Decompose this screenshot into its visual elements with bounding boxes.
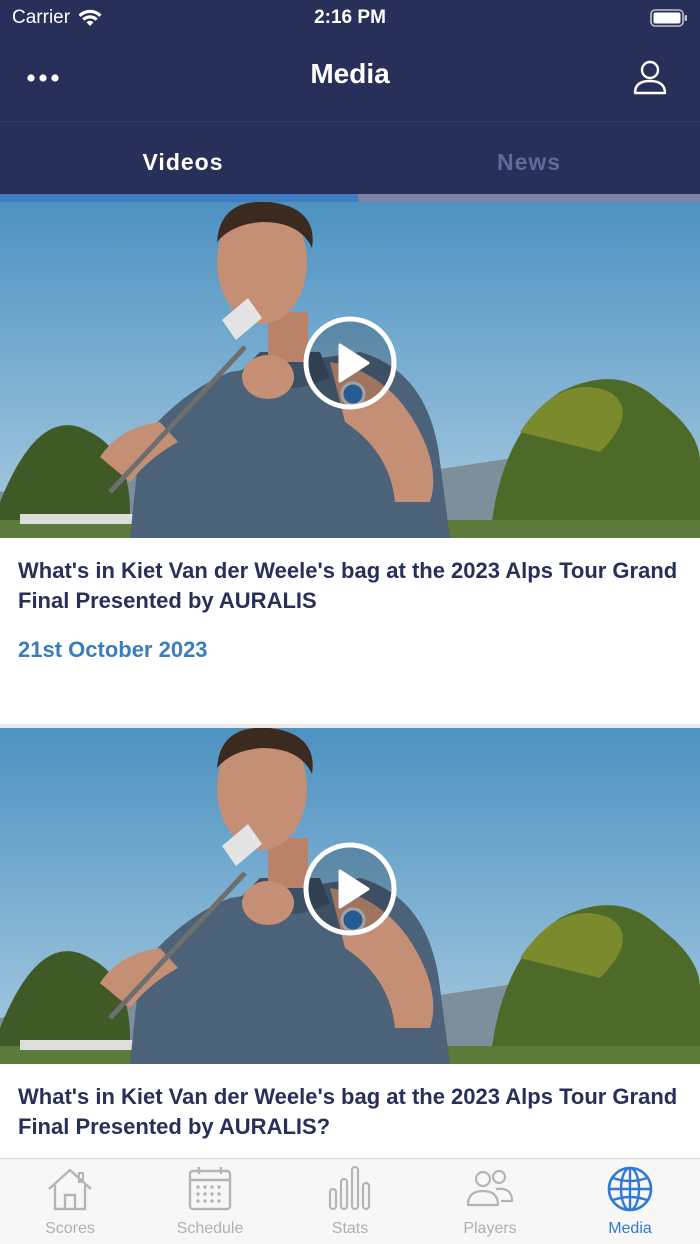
bar-chart-icon (328, 1165, 371, 1211)
tabbar-item-players[interactable]: Players (420, 1159, 560, 1244)
page-title: Media (310, 58, 390, 89)
video-thumbnail[interactable] (0, 202, 700, 538)
tabbar-item-media[interactable]: Media (560, 1159, 700, 1244)
status-time: 2:16 PM (314, 7, 386, 28)
bottom-tab-bar: Scores Schedule Stats Players Media (0, 1158, 700, 1244)
video-card[interactable]: What's in Kiet Van der Weele's bag at th… (0, 728, 700, 1158)
tabbar-label: Schedule (176, 1220, 244, 1237)
profile-button[interactable] (630, 58, 670, 98)
globe-icon (607, 1166, 653, 1212)
tab-indicator-selected (0, 194, 358, 202)
tabbar-label: Scores (45, 1220, 95, 1237)
media-tabs: Videos News (0, 122, 700, 202)
tabbar-item-scores[interactable]: Scores (0, 1159, 140, 1244)
tab-videos[interactable]: Videos (8, 122, 358, 202)
tab-news[interactable]: News (354, 122, 700, 202)
user-profile-icon (633, 60, 667, 95)
home-icon (48, 1168, 92, 1211)
calendar-icon (188, 1167, 232, 1211)
battery-icon (650, 9, 687, 27)
tabbar-item-schedule[interactable]: Schedule (140, 1159, 280, 1244)
tabbar-label: Stats (331, 1220, 369, 1237)
video-title[interactable]: What's in Kiet Van der Weele's bag at th… (18, 556, 688, 616)
tabbar-label: Media (608, 1220, 652, 1237)
video-card[interactable]: What's in Kiet Van der Weele's bag at th… (0, 202, 700, 724)
tabbar-label: Players (463, 1220, 517, 1237)
play-icon[interactable] (302, 315, 398, 411)
navigation-bar: Media (0, 36, 700, 122)
play-icon[interactable] (302, 841, 398, 937)
video-title[interactable]: What's in Kiet Van der Weele's bag at th… (18, 1082, 688, 1142)
video-thumbnail[interactable] (0, 728, 700, 1064)
video-date: 21st October 2023 (18, 637, 208, 662)
video-list[interactable]: What's in Kiet Van der Weele's bag at th… (0, 202, 700, 1158)
tabbar-item-stats[interactable]: Stats (280, 1159, 420, 1244)
status-bar: Carrier 2:16 PM (0, 0, 700, 36)
players-icon (466, 1169, 514, 1207)
app-header: Carrier 2:16 PM Media (0, 0, 700, 122)
